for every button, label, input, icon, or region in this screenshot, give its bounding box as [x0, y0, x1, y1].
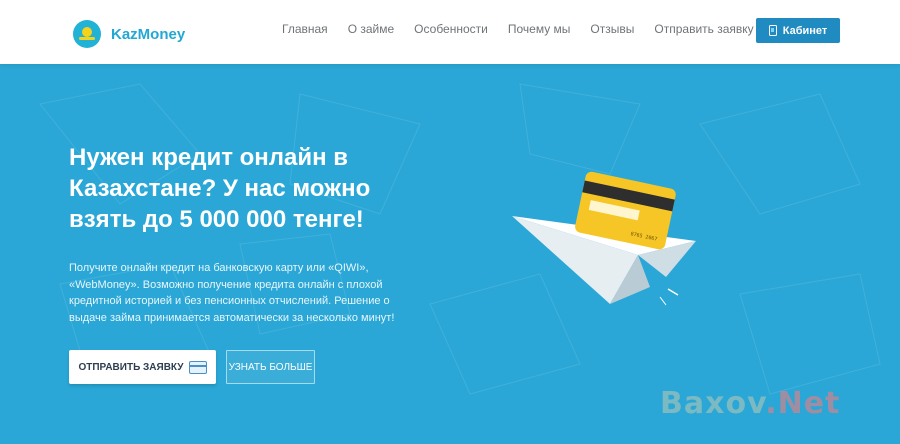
hero-section: Нужен кредит онлайн в Казахстане? У нас …: [0, 64, 900, 444]
hero-description: Получите онлайн кредит на банковскую кар…: [69, 262, 395, 324]
kazakhstan-flag-icon: [73, 20, 101, 48]
hero-headline: Нужен кредит онлайн в Казахстане? У нас …: [69, 144, 371, 233]
main-nav: Главная О займе Особенности Почему мы От…: [282, 22, 774, 36]
paper-plane-card-illustration: 8765 2067: [512, 171, 696, 306]
nav-item-reviews[interactable]: Отзывы: [590, 22, 634, 36]
brand-name: KazMoney: [111, 25, 186, 43]
site-watermark: Baxov.Net: [660, 386, 841, 421]
nav-item-apply[interactable]: Отправить заявку: [654, 22, 753, 36]
brand-logo[interactable]: KazMoney: [73, 20, 185, 48]
learn-more-label: УЗНАТЬ БОЛЬШЕ: [228, 361, 313, 373]
send-application-label: ОТПРАВИТЬ ЗАЯВКУ: [78, 361, 184, 373]
cabinet-button[interactable]: Кабинет: [756, 18, 840, 43]
nav-item-home[interactable]: Главная: [282, 22, 328, 36]
nav-item-about-loan[interactable]: О займе: [348, 22, 394, 36]
nav-item-why-us[interactable]: Почему мы: [508, 22, 571, 36]
send-application-button[interactable]: ОТПРАВИТЬ ЗАЯВКУ: [69, 350, 216, 384]
cabinet-label: Кабинет: [782, 24, 828, 37]
credit-card-icon: [188, 360, 207, 374]
phone-icon: [768, 25, 777, 36]
learn-more-button[interactable]: УЗНАТЬ БОЛЬШЕ: [226, 350, 315, 384]
nav-item-features[interactable]: Особенности: [414, 22, 488, 36]
site-header: KazMoney Главная О займе Особенности Поч…: [0, 0, 900, 64]
